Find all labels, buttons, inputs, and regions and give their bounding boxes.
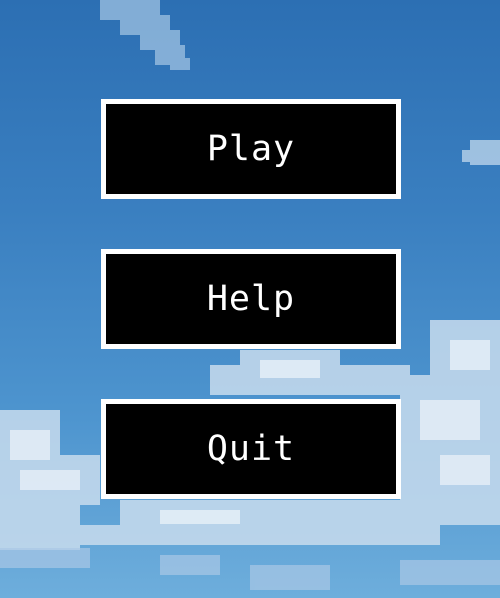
help-button[interactable]: Help [101,249,401,349]
play-button[interactable]: Play [101,99,401,199]
quit-button[interactable]: Quit [101,399,401,499]
